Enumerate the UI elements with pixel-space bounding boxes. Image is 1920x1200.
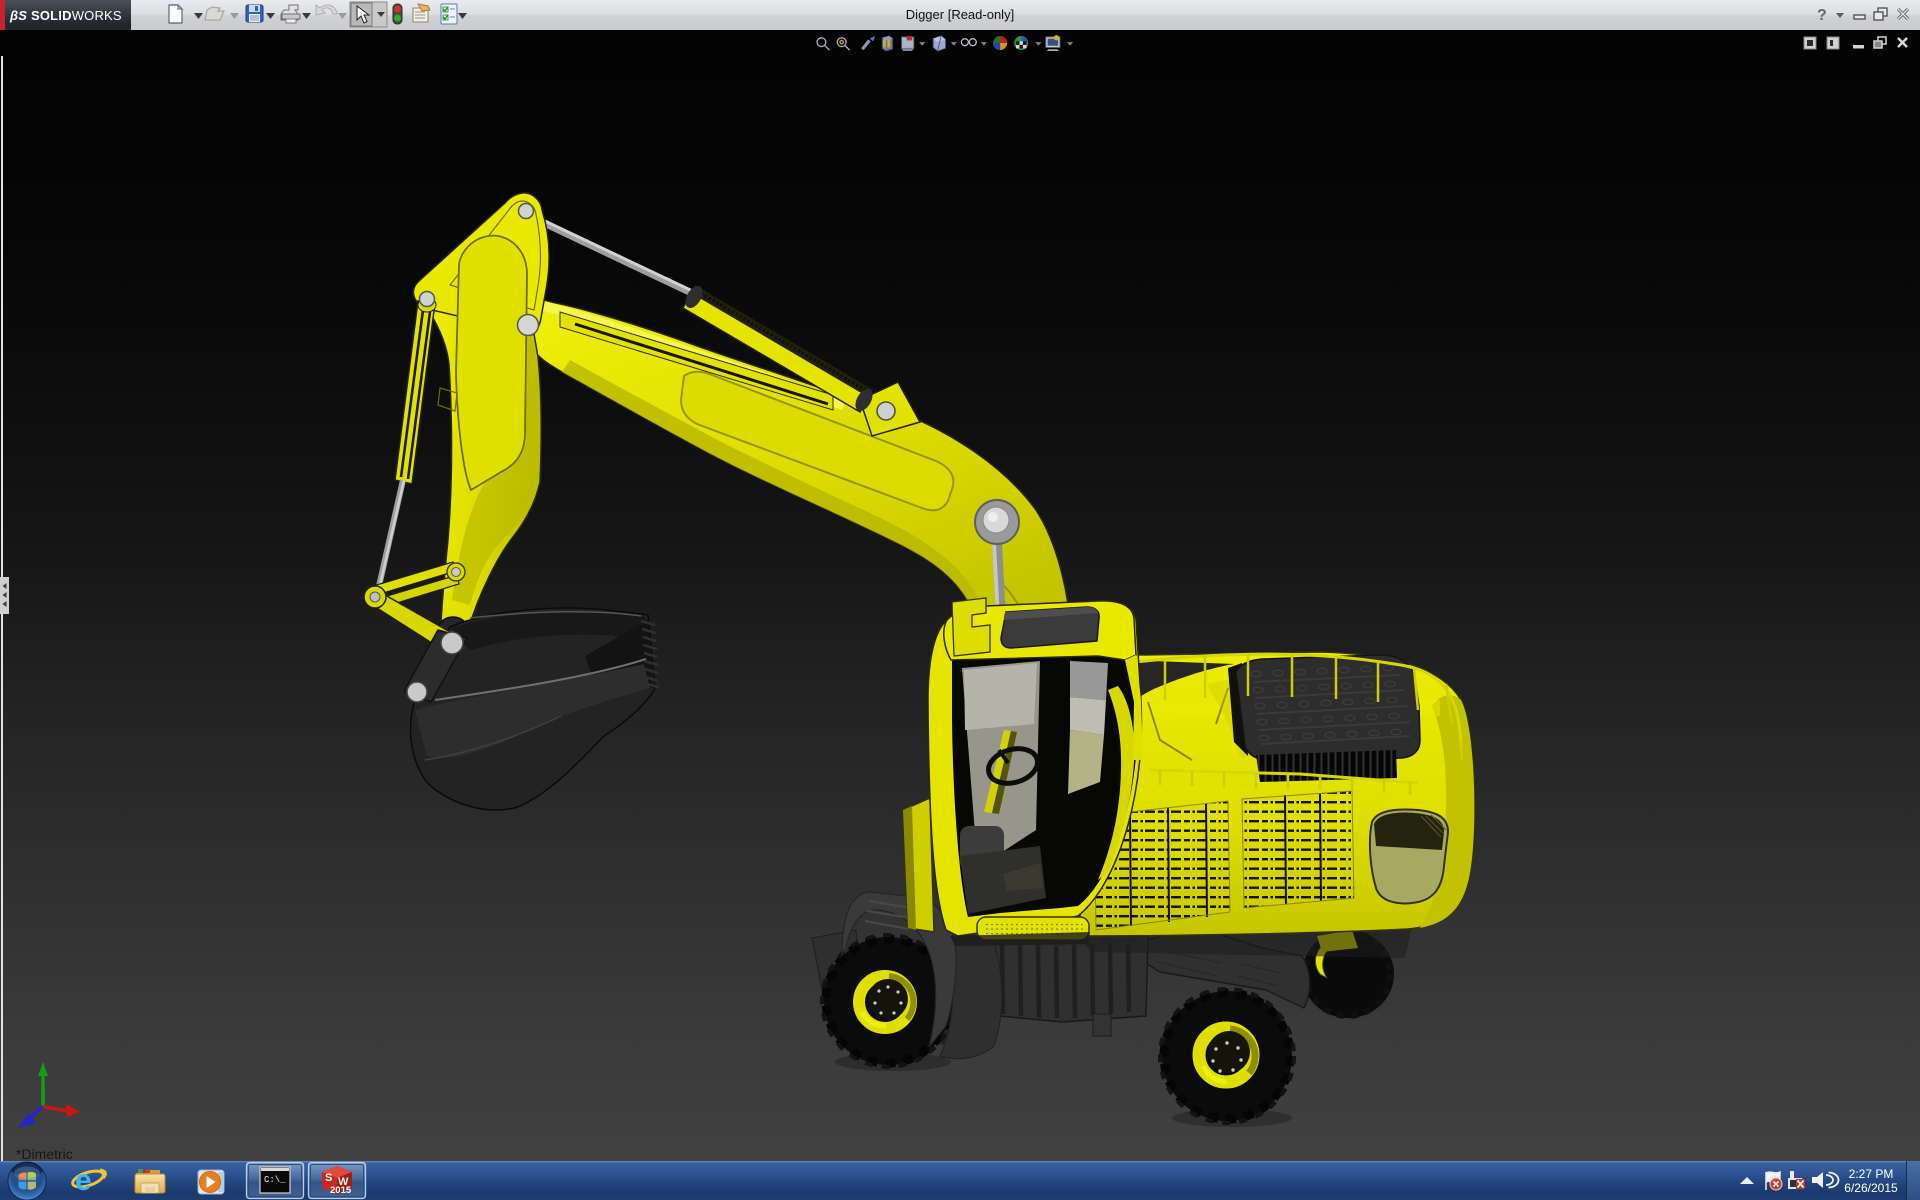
- svg-text:?: ?: [1817, 7, 1827, 24]
- svg-text:2015: 2015: [330, 1185, 352, 1196]
- svg-text:*Dimetric: *Dimetric: [16, 1146, 73, 1161]
- svg-text:C:\_: C:\_: [264, 1175, 286, 1185]
- svg-text:S: S: [325, 1172, 332, 1184]
- svg-text:e: e: [75, 1164, 92, 1197]
